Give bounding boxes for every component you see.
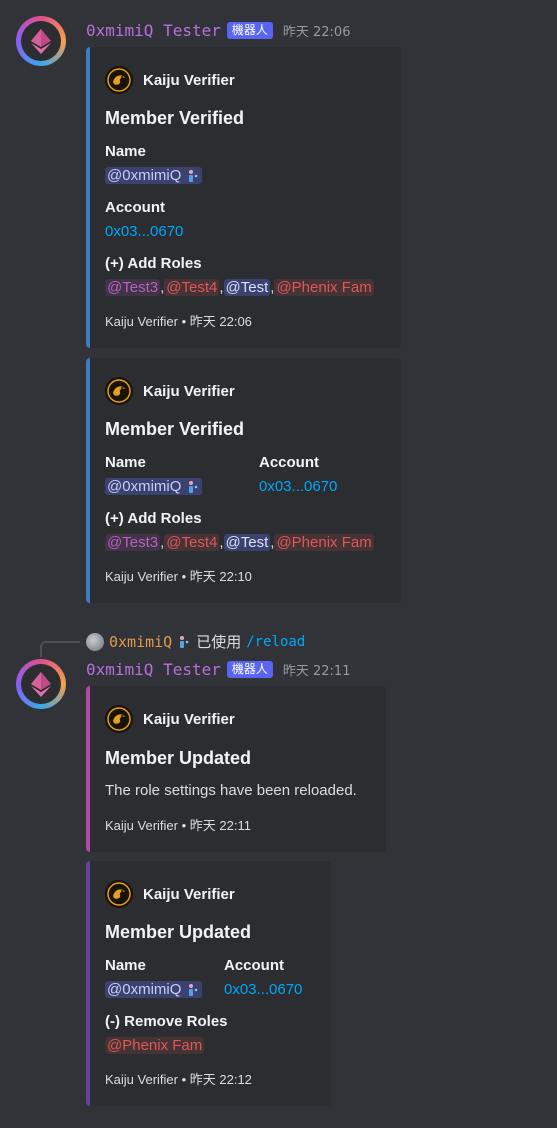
- role-mention-test[interactable]: @Test: [223, 534, 271, 551]
- embed-author-name[interactable]: Kaiju Verifier: [143, 72, 235, 89]
- slash-command[interactable]: /reload: [246, 634, 305, 650]
- role-mention-phenix-fam[interactable]: @Phenix Fam: [274, 534, 374, 551]
- replier-avatar[interactable]: [86, 632, 104, 651]
- dragon-icon: [105, 66, 133, 94]
- user-mention[interactable]: @0xmimiQ: [105, 478, 202, 495]
- role-mention-test3[interactable]: @Test3: [105, 534, 161, 551]
- roles-list: @Phenix Fam: [105, 1037, 205, 1054]
- embed-description: The role settings have been reloaded.: [105, 782, 357, 799]
- embed-footer: Kaiju Verifier • 昨天 22:12: [105, 1072, 252, 1087]
- field-name-name: Name: [105, 957, 146, 974]
- embed-author: Kaiju Verifier: [105, 880, 235, 908]
- person-icon: [188, 481, 197, 494]
- dragon-icon: [105, 705, 133, 733]
- timestamp[interactable]: 昨天 22:11: [283, 660, 351, 679]
- reply-context[interactable]: 0xmimiQ 已使用 /reload: [86, 631, 305, 652]
- embed-title: Member Updated: [105, 922, 252, 942]
- account-link[interactable]: 0x03...0670: [224, 981, 302, 998]
- embed-member-updated-2: Kaiju Verifier Member Updated Name @0xmi…: [86, 861, 331, 1106]
- role-mention-phenix-fam[interactable]: @Phenix Fam: [105, 1037, 205, 1054]
- embed-member-verified-2: Kaiju Verifier Member Verified Name @0xm…: [86, 358, 401, 603]
- embed-footer: Kaiju Verifier • 昨天 22:11: [105, 818, 251, 833]
- embed-author-name[interactable]: Kaiju Verifier: [143, 711, 235, 728]
- field-name-name: Name: [105, 143, 146, 160]
- replier-username[interactable]: 0xmimiQ: [109, 633, 172, 651]
- field-value-name: @0xmimiQ: [105, 167, 202, 184]
- field-name-add-roles: (+) Add Roles: [105, 510, 202, 527]
- field-value-name: @0xmimiQ: [105, 981, 202, 998]
- role-mention-test3[interactable]: @Test3: [105, 279, 161, 296]
- field-name-remove-roles: (-) Remove Roles: [105, 1013, 228, 1030]
- field-name-account: Account: [259, 454, 319, 471]
- embed-color-bar: [86, 358, 90, 603]
- separator: ,: [219, 279, 224, 296]
- field-value-name: @0xmimiQ: [105, 478, 202, 495]
- role-mention-test4[interactable]: @Test4: [164, 279, 220, 296]
- embed-author: Kaiju Verifier: [105, 705, 235, 733]
- role-mention-test4[interactable]: @Test4: [164, 534, 220, 551]
- bot-tag: 機器人: [226, 22, 273, 39]
- field-name-add-roles: (+) Add Roles: [105, 255, 202, 272]
- embed-author-name[interactable]: Kaiju Verifier: [143, 886, 235, 903]
- embed-title: Member Verified: [105, 419, 245, 439]
- embed-footer: Kaiju Verifier • 昨天 22:10: [105, 569, 252, 584]
- embed-title: Member Verified: [105, 108, 245, 128]
- user-mention-text: @0xmimiQ: [107, 478, 182, 495]
- used-label: 已使用: [196, 633, 242, 651]
- bot-avatar[interactable]: [16, 659, 66, 709]
- message-header: 0xmimiQ Tester 機器人 昨天 22:06: [86, 21, 350, 40]
- field-name-account: Account: [224, 957, 284, 974]
- ethereum-logo-icon: [31, 29, 51, 54]
- roles-list: @Test3, @Test4, @Test, @Phenix Fam: [105, 279, 374, 296]
- embed-color-bar: [86, 47, 90, 348]
- reply-connector-line: [40, 641, 80, 657]
- bot-avatar[interactable]: [16, 16, 66, 66]
- user-mention[interactable]: @0xmimiQ: [105, 167, 202, 184]
- role-mention-test[interactable]: @Test: [223, 279, 271, 296]
- username[interactable]: 0xmimiQ Tester: [86, 660, 221, 679]
- timestamp[interactable]: 昨天 22:06: [283, 21, 351, 40]
- embed-color-bar: [86, 686, 90, 852]
- user-mention-text: @0xmimiQ: [107, 981, 182, 998]
- embed-footer: Kaiju Verifier • 昨天 22:06: [105, 314, 252, 329]
- separator: ,: [219, 534, 224, 551]
- user-mention-text: @0xmimiQ: [107, 167, 182, 184]
- dragon-icon: [105, 880, 133, 908]
- dragon-icon: [105, 377, 133, 405]
- embed-color-bar: [86, 861, 90, 1106]
- embed-title: Member Updated: [105, 748, 252, 768]
- embed-author: Kaiju Verifier: [105, 377, 235, 405]
- username[interactable]: 0xmimiQ Tester: [86, 21, 221, 40]
- embed-member-updated-1: Kaiju Verifier Member Updated The role s…: [86, 686, 386, 852]
- role-mention-phenix-fam[interactable]: @Phenix Fam: [274, 279, 374, 296]
- bot-tag: 機器人: [226, 661, 273, 678]
- person-icon: [188, 984, 197, 997]
- roles-list: @Test3, @Test4, @Test, @Phenix Fam: [105, 534, 374, 551]
- field-name-account: Account: [105, 199, 165, 216]
- user-mention[interactable]: @0xmimiQ: [105, 981, 202, 998]
- ethereum-logo-icon: [31, 672, 51, 697]
- field-name-name: Name: [105, 454, 146, 471]
- person-icon: [188, 170, 197, 183]
- embed-member-verified-1: Kaiju Verifier Member Verified Name @0xm…: [86, 47, 401, 348]
- account-link[interactable]: 0x03...0670: [259, 478, 337, 495]
- embed-author: Kaiju Verifier: [105, 66, 235, 94]
- embed-author-name[interactable]: Kaiju Verifier: [143, 383, 235, 400]
- account-link[interactable]: 0x03...0670: [105, 223, 183, 240]
- person-icon: [180, 635, 189, 648]
- message-header: 0xmimiQ Tester 機器人 昨天 22:11: [86, 660, 350, 679]
